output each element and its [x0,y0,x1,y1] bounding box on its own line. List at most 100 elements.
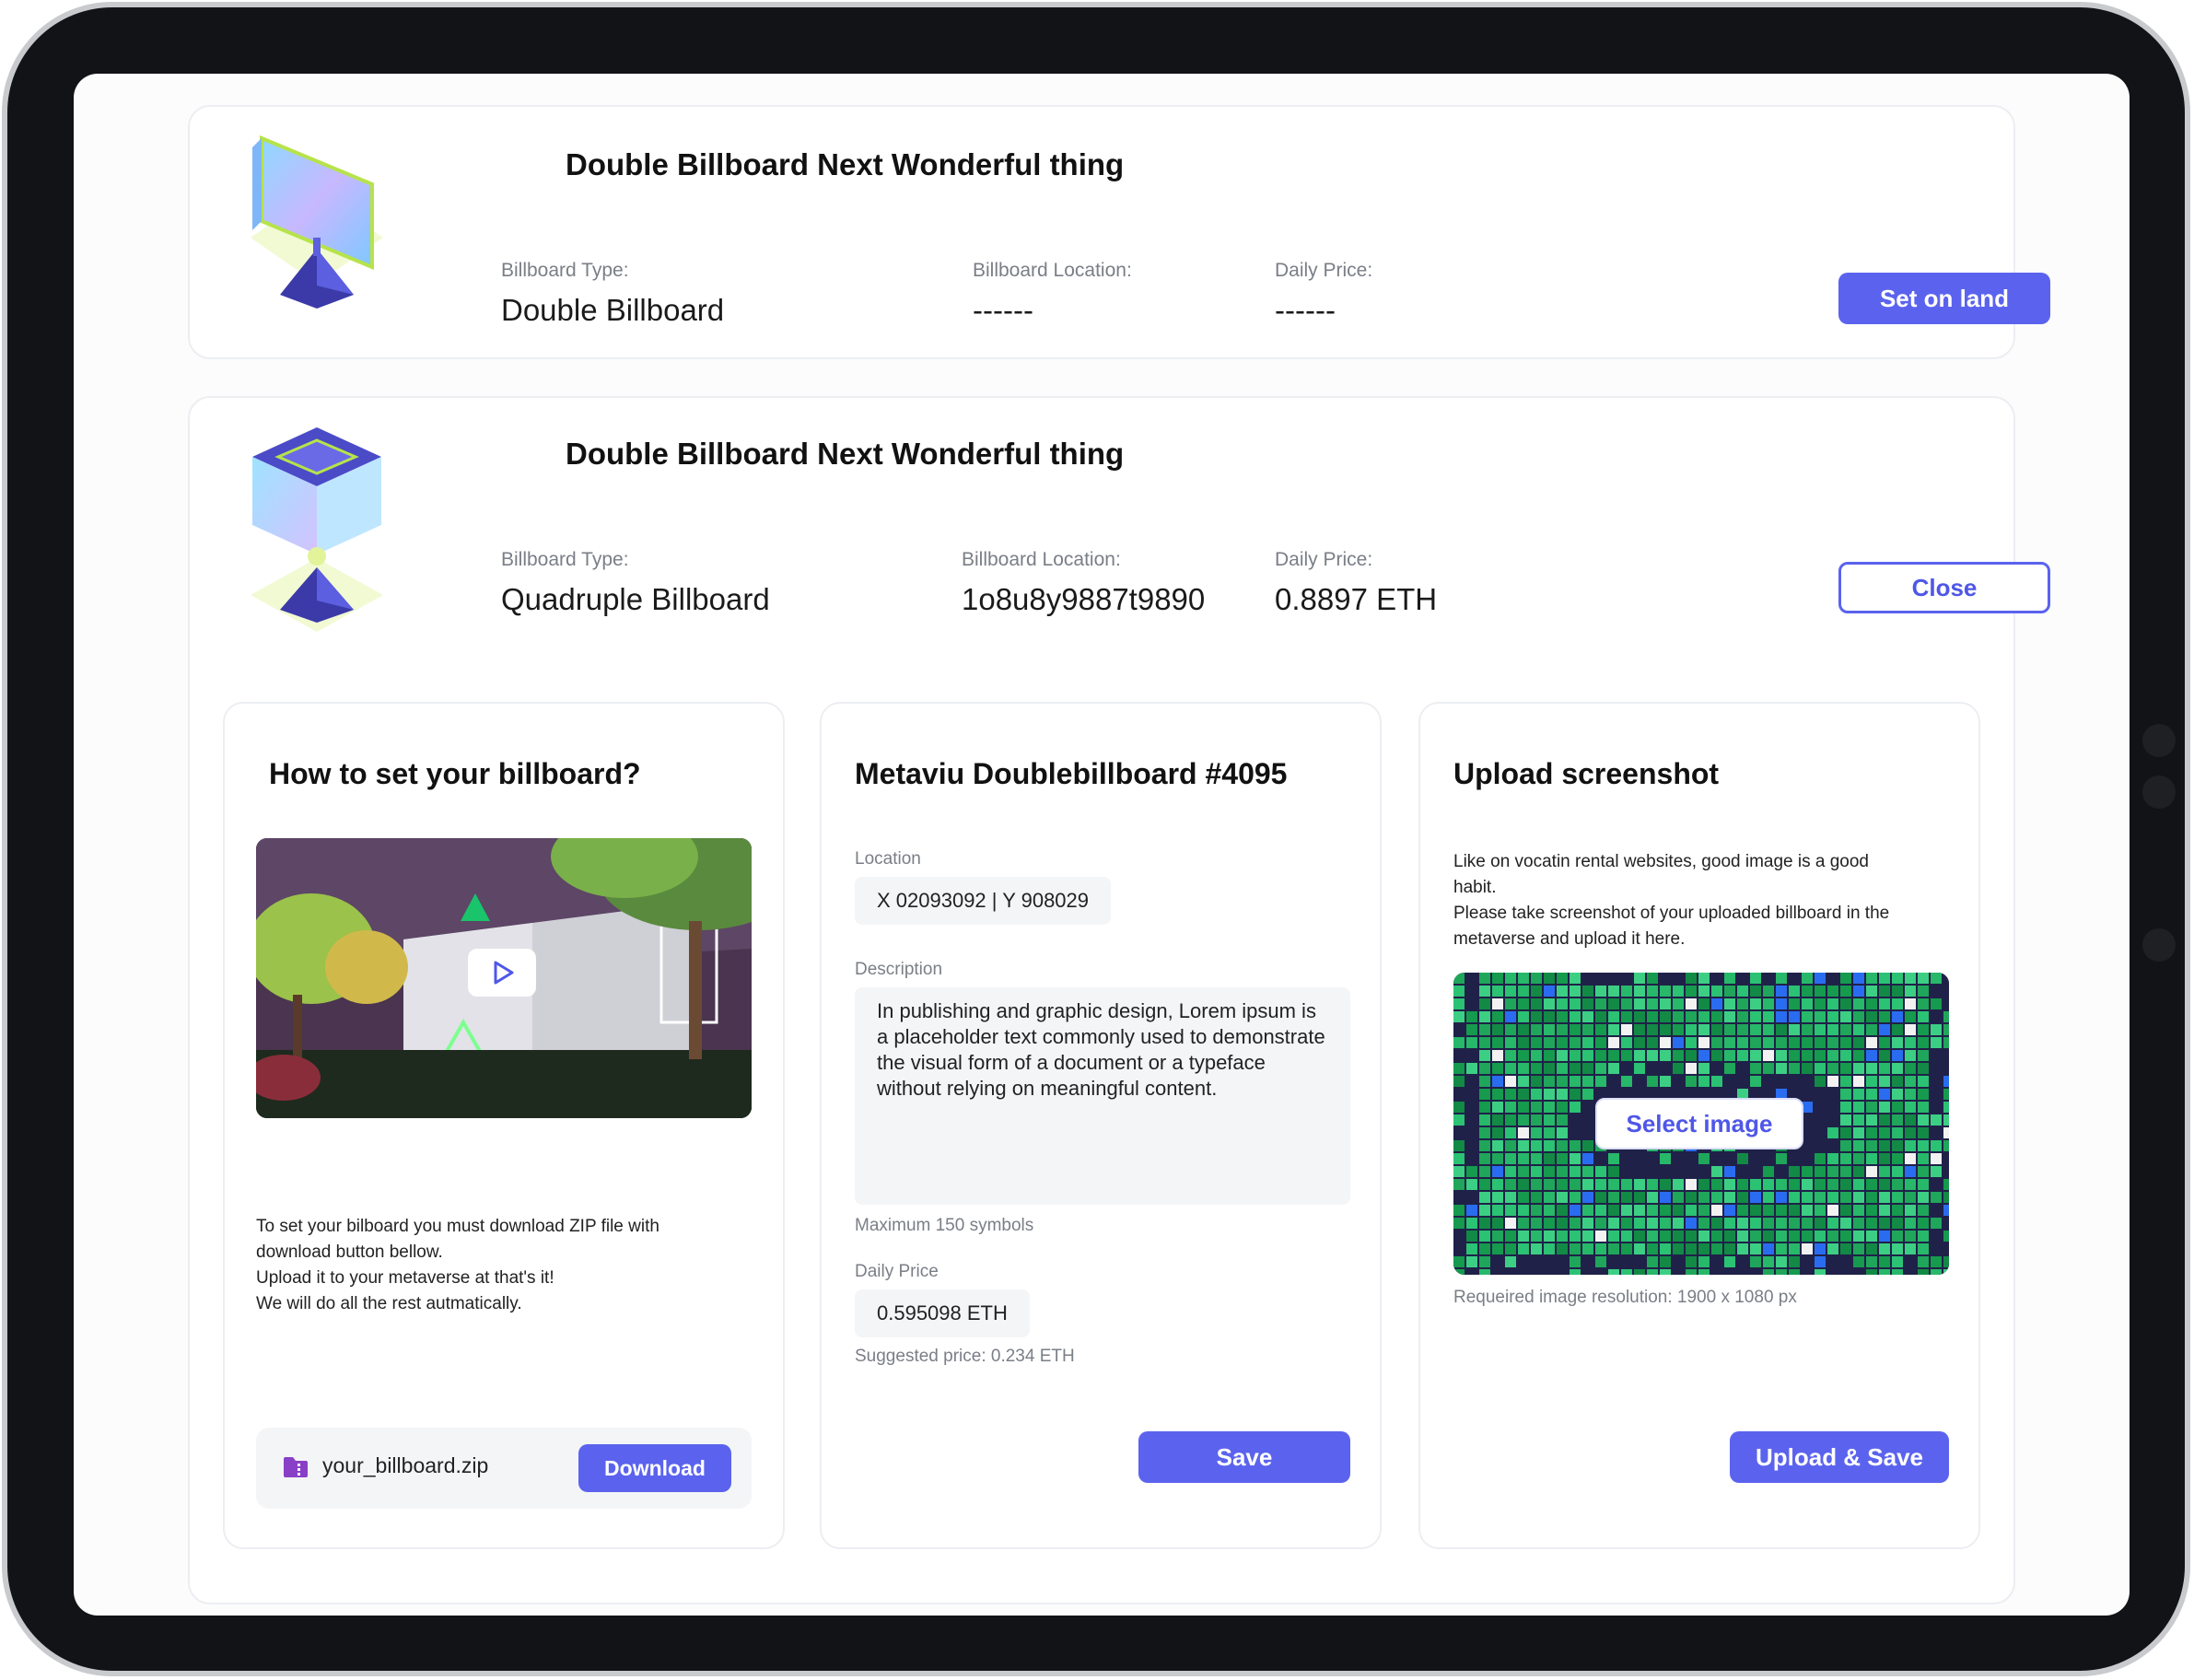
map-tile [1892,1269,1903,1275]
map-tile [1750,1076,1761,1087]
map-tile [1905,1089,1916,1100]
map-tile [1544,1114,1555,1126]
map-tile [1879,1269,1890,1275]
map-tile [1866,1153,1877,1164]
tablet-frame: Double Billboard Next Wonderful thing Bi… [2,2,2190,1676]
map-tile [1492,1102,1503,1113]
map-tile [1737,1218,1748,1229]
map-tile [1750,1256,1761,1267]
map-tile [1531,1140,1542,1151]
map-tile [1686,1011,1697,1022]
map-tile [1634,986,1645,997]
map-tile [1505,1256,1516,1267]
billboard-type-label: Billboard Type: [501,549,629,570]
map-tile [1673,1050,1684,1061]
map-tile [1505,1037,1516,1048]
map-tile [1570,1256,1581,1267]
map-tile [1724,1050,1735,1061]
details-title: Metaviu Doublebillboard #4095 [855,757,1288,790]
map-tile [1544,1166,1555,1177]
map-tile [1479,986,1490,997]
map-tile [1892,1076,1903,1087]
map-tile [1673,986,1684,997]
map-tile [1866,1205,1877,1216]
map-tile [1789,1218,1800,1229]
daily-price-input[interactable]: 0.595098 ETH [855,1289,1030,1337]
map-tile [1544,1243,1555,1254]
map-tile [1647,1192,1658,1203]
map-tile [1673,1205,1684,1216]
map-tile [1582,1205,1593,1216]
tutorial-video[interactable] [256,838,752,1118]
map-tile [1518,1153,1529,1164]
map-tile [1595,1166,1606,1177]
map-tile [1608,1243,1619,1254]
map-tile [1518,1218,1529,1229]
map-tile [1570,1231,1581,1242]
side-button [2142,928,2176,962]
howto-title: How to set your billboard? [269,757,641,790]
app-screen: Double Billboard Next Wonderful thing Bi… [74,74,2130,1616]
map-tile [1634,1179,1645,1190]
map-tile [1905,1037,1916,1048]
map-tile [1544,1050,1555,1061]
map-tile [1608,1153,1619,1164]
map-tile [1711,1218,1722,1229]
map-tile [1557,1218,1568,1229]
map-tile [1608,1269,1619,1275]
map-tile [1634,1024,1645,1035]
map-tile [1505,1063,1516,1074]
map-tile [1711,986,1722,997]
map-tile [1789,1205,1800,1216]
map-tile [1518,1192,1529,1203]
map-tile [1505,973,1516,984]
map-tile [1943,1179,1949,1190]
map-tile [1737,1231,1748,1242]
map-tile [1570,1153,1581,1164]
map-tile [1492,1218,1503,1229]
suggested-price-hint: Suggested price: 0.234 ETH [855,1347,1075,1366]
map-tile [1492,998,1503,1009]
map-tile [1479,1011,1490,1022]
map-tile [1673,1037,1684,1048]
map-tile [1531,1089,1542,1100]
description-hint: Maximum 150 symbols [855,1216,1034,1235]
map-tile [1866,1256,1877,1267]
set-on-land-button[interactable]: Set on land [1838,273,2050,324]
metaverse-map-preview[interactable]: Select image [1453,973,1949,1275]
map-tile [1466,1011,1477,1022]
map-tile [1518,1205,1529,1216]
map-tile [1518,1076,1529,1087]
map-tile [1892,1192,1903,1203]
map-tile [1879,1218,1890,1229]
map-tile [1905,1024,1916,1035]
map-tile [1802,986,1813,997]
map-tile [1570,1192,1581,1203]
map-tile [1879,1192,1890,1203]
map-tile [1789,1166,1800,1177]
select-image-button[interactable]: Select image [1595,1098,1803,1149]
map-tile [1453,1076,1465,1087]
map-tile [1673,1192,1684,1203]
upload-save-button[interactable]: Upload & Save [1730,1431,1949,1483]
save-button[interactable]: Save [1138,1431,1350,1483]
map-tile [1479,1205,1490,1216]
map-tile [1905,1243,1916,1254]
map-tile [1479,1269,1490,1275]
play-button[interactable] [468,949,536,997]
close-button[interactable]: Close [1838,562,2050,613]
download-button[interactable]: Download [578,1444,731,1492]
map-tile [1866,998,1877,1009]
description-textarea[interactable]: In publishing and graphic design, Lorem … [855,987,1350,1205]
map-tile [1943,1256,1949,1267]
map-tile [1492,1127,1503,1138]
map-tile [1905,1166,1916,1177]
map-tile [1931,998,1942,1009]
map-tile [1505,1102,1516,1113]
map-tile [1711,1024,1722,1035]
map-tile [1853,1166,1864,1177]
location-input[interactable]: X 02093092 | Y 908029 [855,877,1112,925]
map-tile [1879,1140,1890,1151]
map-tile [1905,1050,1916,1061]
map-tile [1840,1243,1851,1254]
